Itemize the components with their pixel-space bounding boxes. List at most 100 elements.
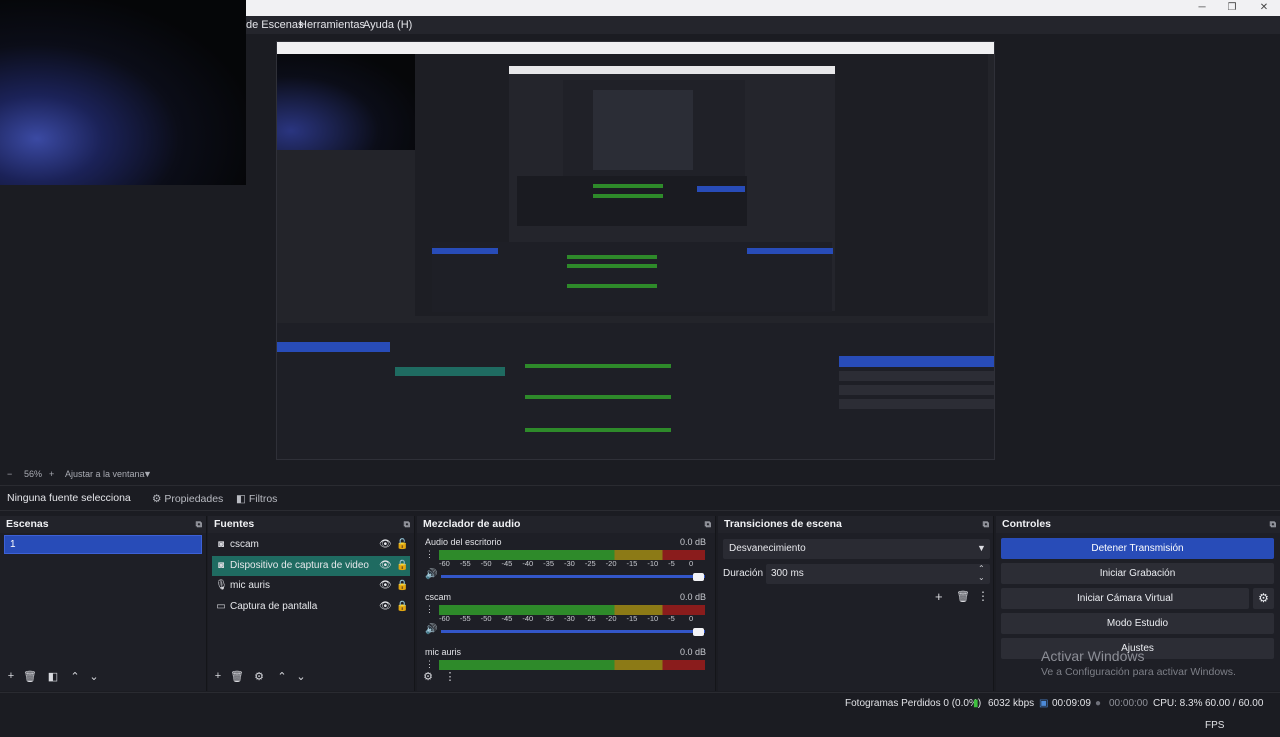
meter-tick: -30 bbox=[564, 614, 575, 623]
eye-icon[interactable]: 👁 bbox=[379, 556, 392, 576]
mixer-title: Mezclador de audio bbox=[423, 518, 521, 530]
start-virtual-camera-button[interactable]: Iniciar Cámara Virtual bbox=[1001, 588, 1249, 609]
no-source-label: Ninguna fuente selecciona bbox=[7, 492, 131, 504]
menu-help[interactable]: Ayuda (H) bbox=[363, 17, 412, 33]
more-icon[interactable]: ⋮ bbox=[425, 659, 434, 670]
source-label: cscam bbox=[230, 539, 259, 550]
properties-button[interactable]: ⚙ Propiedades bbox=[148, 489, 227, 509]
mixer-footer: ⚙ ⋮ bbox=[417, 670, 715, 686]
source-item[interactable]: ◙ Dispositivo de captura de video 👁 🔒 bbox=[212, 556, 410, 576]
chevron-down-icon: ▼ bbox=[977, 543, 986, 553]
chevron-up-icon[interactable]: ⌃ bbox=[275, 670, 289, 683]
dock-float-icon[interactable]: ⧉ bbox=[196, 516, 202, 533]
transition-value: Desvanecimiento bbox=[729, 543, 806, 554]
zoom-out-button[interactable]: − bbox=[7, 469, 12, 479]
volume-knob[interactable] bbox=[693, 573, 704, 581]
stepper-icon[interactable]: ⌃ ⌄ bbox=[978, 564, 985, 582]
dock-float-icon[interactable]: ⧉ bbox=[404, 516, 410, 533]
transition-select[interactable]: Desvanecimiento ▼ bbox=[723, 539, 990, 559]
chevron-down-icon[interactable]: ⌄ bbox=[294, 670, 308, 683]
menu-tools[interactable]: Herramientas bbox=[299, 17, 365, 33]
dock-float-icon[interactable]: ⧉ bbox=[1270, 516, 1276, 533]
microphone-icon: 🎙 bbox=[215, 580, 228, 591]
meter-tick: -60 bbox=[439, 559, 450, 568]
fit-to-window-label[interactable]: Ajustar a la ventana bbox=[65, 469, 145, 479]
meter-scale: -60 -55 -50 -45 -40 -35 -30 -25 -20 -15 -10 -5 0 bbox=[439, 614, 705, 624]
minimize-button[interactable]: ─ bbox=[1186, 0, 1218, 16]
signal-icon: ▮ bbox=[973, 698, 979, 709]
zoom-in-button[interactable]: + bbox=[49, 469, 54, 479]
trash-icon[interactable]: 🗑 bbox=[23, 670, 37, 683]
trash-icon[interactable]: 🗑 bbox=[230, 670, 244, 683]
start-recording-button[interactable]: Iniciar Grabación bbox=[1001, 563, 1274, 584]
mixer-channel-db: 0.0 dB bbox=[680, 537, 707, 547]
fps: 60.00 / 60.00 FPS bbox=[1205, 698, 1264, 731]
meter-tick: -15 bbox=[626, 559, 638, 568]
duration-label: Duración bbox=[723, 568, 764, 579]
filters-label: Filtros bbox=[248, 493, 278, 505]
level-meter bbox=[439, 660, 705, 670]
more-icon[interactable]: ⋮ bbox=[443, 670, 457, 683]
lock-icon[interactable]: 🔒 bbox=[396, 597, 408, 617]
unlock-icon[interactable]: 🔓 bbox=[396, 535, 408, 555]
source-item[interactable]: ▭ Captura de pantalla 👁 🔒 bbox=[212, 597, 410, 617]
chevron-up-icon[interactable]: ⌃ bbox=[68, 670, 82, 683]
more-icon[interactable]: ⋮ bbox=[425, 549, 434, 560]
dock-float-icon[interactable]: ⧉ bbox=[983, 516, 989, 533]
volume-slider[interactable] bbox=[441, 575, 705, 578]
add-icon[interactable]: + bbox=[4, 670, 18, 682]
sources-footer: + 🗑 ⚙ ⌃ ⌄ bbox=[208, 670, 414, 686]
mixer-channel-db: 0.0 dB bbox=[680, 647, 707, 657]
meter-tick: 0 bbox=[689, 614, 694, 623]
scene-item[interactable]: 1 bbox=[4, 535, 202, 554]
filter-icon[interactable]: ◧ bbox=[46, 670, 60, 683]
camera-icon: ◙ bbox=[217, 539, 225, 550]
meter-tick: -35 bbox=[543, 559, 554, 568]
meter-tick: -15 bbox=[626, 614, 638, 623]
dock-float-icon[interactable]: ⧉ bbox=[705, 516, 711, 533]
lock-icon[interactable]: 🔒 bbox=[396, 576, 408, 596]
add-icon[interactable]: + bbox=[935, 589, 943, 604]
gear-icon[interactable]: ⚙ bbox=[1253, 588, 1274, 609]
close-button[interactable]: ✕ bbox=[1248, 0, 1280, 16]
volume-icon[interactable]: 🔊 bbox=[425, 569, 437, 580]
studio-mode-button[interactable]: Modo Estudio bbox=[1001, 613, 1274, 634]
status-bar: Fotogramas Perdidos 0 (0.0%) ▮ 6032 kbps… bbox=[0, 692, 1280, 731]
menu-scene-collection[interactable]: de Escenas bbox=[246, 17, 303, 33]
meter-tick: -30 bbox=[564, 559, 575, 568]
volume-icon[interactable]: 🔊 bbox=[425, 624, 437, 635]
bitrate: 6032 kbps bbox=[988, 698, 1035, 709]
source-item[interactable]: ◙ cscam 👁 🔓 bbox=[212, 535, 410, 555]
duration-input[interactable]: 300 ms ⌃ ⌄ bbox=[766, 564, 990, 584]
filters-button[interactable]: ◧ Filtros bbox=[232, 489, 281, 509]
meter-tick: -50 bbox=[480, 559, 492, 568]
controls-title: Controles bbox=[1002, 518, 1052, 530]
more-icon[interactable]: ⋮ bbox=[425, 604, 434, 615]
maximize-button[interactable]: ❐ bbox=[1216, 0, 1248, 16]
lock-icon[interactable]: 🔒 bbox=[396, 556, 408, 576]
meter-tick: -5 bbox=[668, 559, 675, 568]
duration-value: 300 ms bbox=[771, 568, 804, 579]
stop-streaming-button[interactable]: Detener Transmisión bbox=[1001, 538, 1274, 559]
chevron-down-icon[interactable]: ▼ bbox=[143, 469, 152, 479]
watermark-subtitle: Ve a Configuración para activar Windows. bbox=[1041, 666, 1236, 678]
source-label: Captura de pantalla bbox=[230, 601, 318, 612]
captured-screen bbox=[276, 41, 995, 460]
meter-tick: -60 bbox=[439, 614, 450, 623]
chevron-down-icon[interactable]: ⌄ bbox=[87, 670, 101, 683]
meter-tick: -5 bbox=[668, 614, 675, 623]
eye-icon[interactable]: 👁 bbox=[379, 597, 392, 617]
eye-icon[interactable]: 👁 bbox=[379, 576, 392, 596]
volume-knob[interactable] bbox=[693, 628, 704, 636]
mixer-channel-name: mic auris bbox=[425, 647, 462, 657]
source-item[interactable]: 🎙 mic auris 👁 🔒 bbox=[212, 576, 410, 596]
gear-icon[interactable]: ⚙ bbox=[252, 670, 266, 683]
eye-icon[interactable]: 👁 bbox=[379, 535, 392, 555]
gear-icon[interactable]: ⚙ bbox=[421, 670, 435, 683]
filter-icon: ◧ bbox=[236, 493, 246, 505]
volume-slider[interactable] bbox=[441, 630, 705, 633]
trash-icon[interactable]: 🗑 bbox=[956, 590, 970, 603]
add-icon[interactable]: + bbox=[211, 670, 225, 682]
more-icon[interactable]: ⋮ bbox=[977, 589, 989, 603]
meter-tick: -50 bbox=[480, 614, 492, 623]
